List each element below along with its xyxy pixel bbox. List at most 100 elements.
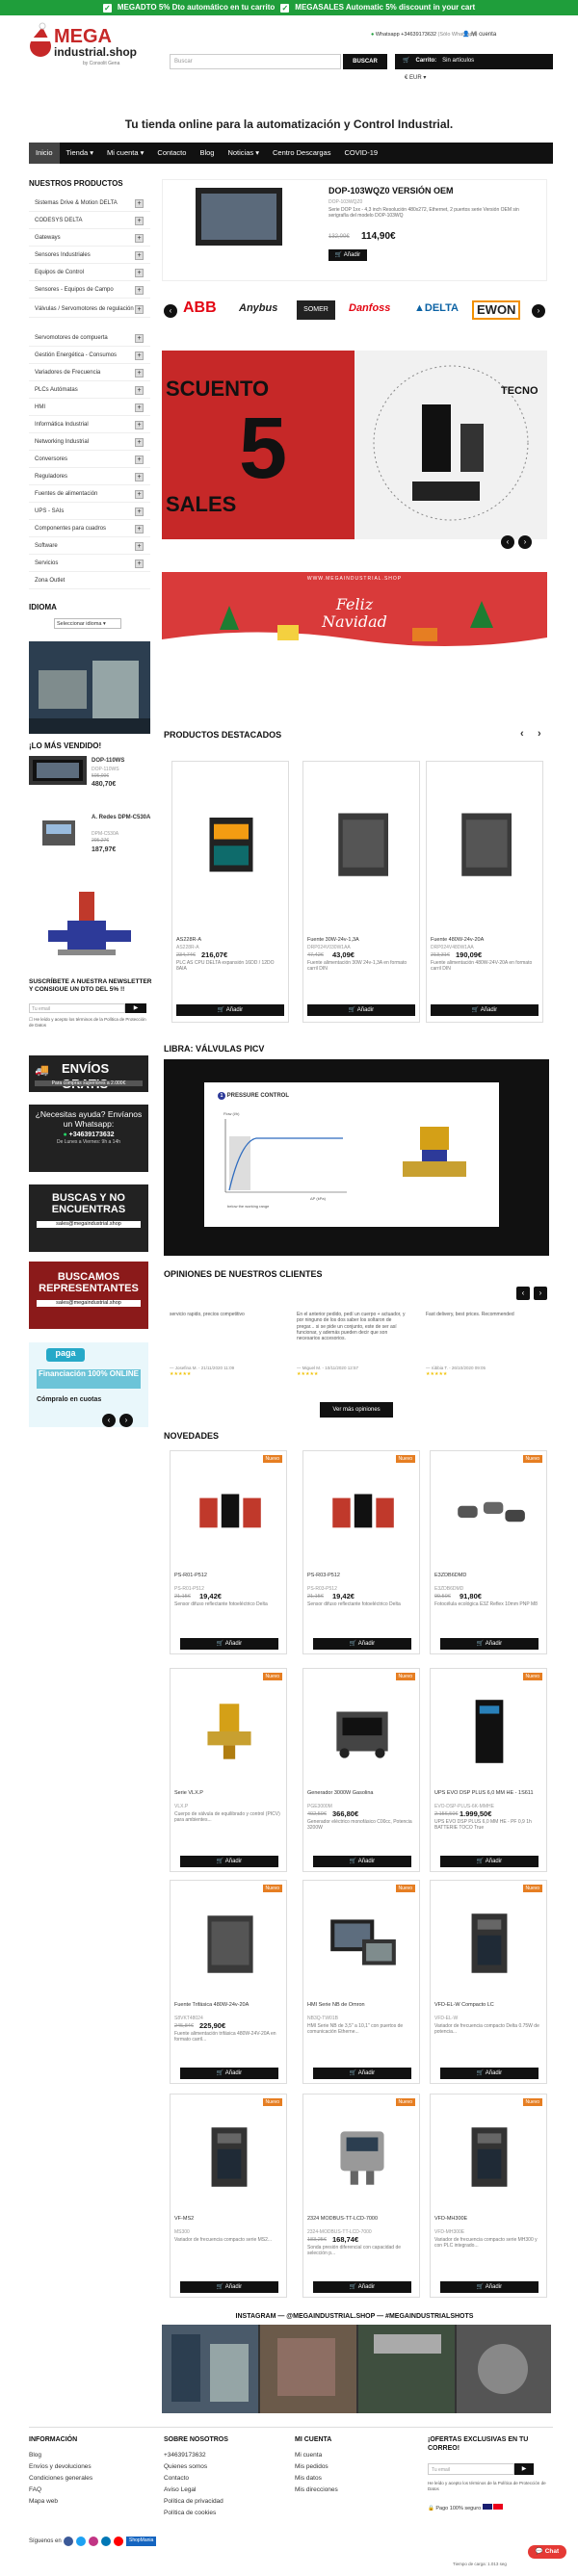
prev-arrow-icon[interactable]: ‹ (516, 1287, 530, 1300)
add-to-cart-button[interactable]: 🛒 Añadir (440, 1638, 539, 1650)
category-item[interactable]: Gestión Energética - Consumos (35, 352, 168, 360)
category-item[interactable]: Servomotores de compuerta (35, 335, 168, 343)
brand-delta[interactable]: ▲DELTA (414, 302, 459, 316)
shopmania-badge[interactable]: ShopMania (126, 2537, 157, 2546)
best-seller-name[interactable]: A. Redes DPM-C530A (92, 815, 150, 822)
product-name[interactable]: VFD-EL-W Compacto LC (434, 2002, 544, 2016)
expand-plus-icon[interactable]: + (135, 386, 144, 395)
youtube-icon[interactable] (114, 2537, 123, 2546)
product-image[interactable] (190, 1694, 269, 1769)
footer-link[interactable]: Aviso Legal (164, 2486, 197, 2494)
product-name[interactable]: PS-R01-P512 (174, 1573, 284, 1586)
sidebar-banner-valve[interactable] (29, 882, 150, 975)
expand-plus-icon[interactable]: + (135, 438, 144, 447)
product-name[interactable]: VFD-MH300E (434, 2216, 544, 2229)
product-name[interactable]: Fuente Trifásica 480W-24v-20A (174, 2002, 284, 2016)
brand-danfoss[interactable]: Danfoss (349, 302, 390, 316)
newsletter-submit-icon[interactable]: ▶ (125, 1003, 146, 1013)
footer-link[interactable]: Condiciones generales (29, 2475, 92, 2483)
expand-plus-icon[interactable]: + (135, 421, 144, 429)
nav-inicio[interactable]: Inicio (29, 143, 60, 164)
expand-plus-icon[interactable]: + (135, 369, 144, 377)
featured-add-button[interactable]: 🛒 Añadir (328, 249, 367, 261)
category-item[interactable]: HMI (35, 404, 168, 412)
product-image[interactable] (323, 1906, 402, 1981)
footer-link[interactable]: Envíos y devoluciones (29, 2463, 92, 2471)
category-item[interactable]: Sensores - Equipos de Campo (35, 287, 168, 295)
category-item[interactable]: Zona Outlet (35, 578, 168, 585)
product-name[interactable]: PS-R03-P512 (307, 1573, 417, 1586)
product-image[interactable] (450, 2120, 529, 2195)
next-arrow-icon[interactable]: › (119, 1414, 133, 1427)
category-item[interactable]: Sistemas Drive & Motion DELTA (35, 200, 168, 208)
product-image[interactable] (319, 800, 406, 887)
expand-plus-icon[interactable]: + (135, 351, 144, 360)
category-item[interactable]: PLCs Autómatas (35, 387, 168, 395)
footer-link[interactable]: +34639173632 (164, 2452, 206, 2459)
search-request-banner[interactable]: BUSCAS Y NO ENCUENTRAS sales@megaindustr… (29, 1184, 148, 1252)
product-name[interactable]: AS228R-A (176, 937, 286, 944)
add-to-cart-button[interactable]: 🛒 Añadir (440, 2068, 539, 2079)
newsletter-email[interactable]: Tu email (29, 1003, 125, 1013)
category-item[interactable]: Informática Industrial (35, 422, 168, 429)
footer-link[interactable]: Quienes somos (164, 2463, 207, 2471)
add-to-cart-button[interactable]: 🛒 Añadir (313, 1638, 411, 1650)
prev-arrow-icon[interactable]: ‹ (520, 728, 524, 742)
expand-plus-icon[interactable]: + (135, 403, 144, 412)
footer-link[interactable]: Blog (29, 2452, 41, 2459)
footer-newsletter-terms[interactable]: He leído y acepto los términos de la Pol… (428, 2481, 547, 2491)
product-thumb[interactable] (29, 756, 87, 785)
next-arrow-icon[interactable]: › (532, 304, 545, 318)
newsletter-terms[interactable]: ☐ He leído y acepto los términos de la P… (29, 1017, 148, 1028)
product-name[interactable]: Serie VLX.P (174, 1790, 284, 1804)
instagram-gallery[interactable] (162, 2325, 551, 2413)
product-image[interactable] (188, 800, 275, 887)
nav-contacto[interactable]: Contacto (150, 143, 193, 164)
financing-banner[interactable]: paga Financiación 100% ONLINE Cómpralo e… (29, 1342, 148, 1427)
footer-link[interactable]: Mis datos (295, 2475, 322, 2483)
category-item[interactable]: Conversores (35, 456, 168, 464)
brand-abb[interactable]: ABB (183, 299, 217, 318)
featured-title[interactable]: DOP-103WQZ0 VERSIÓN OEM (328, 186, 454, 196)
product-name[interactable]: Generador 3000W Gasolina (307, 1790, 417, 1804)
account-link[interactable]: 👤 Mi cuenta (462, 32, 496, 39)
cart-button[interactable]: 🛒 Carrito: Sin artículos (395, 54, 553, 69)
category-item[interactable]: Fuentes de alimentación (35, 491, 168, 499)
nav-descargas[interactable]: Centro Descargas (266, 143, 337, 164)
product-name[interactable]: Fuente 30W-24v-1,3A (307, 937, 417, 944)
category-item[interactable]: UPS - SAIs (35, 508, 168, 516)
expand-plus-icon[interactable]: + (135, 473, 144, 481)
add-to-cart-button[interactable]: 🛒 Añadir (180, 1638, 278, 1650)
brand-somer[interactable]: SOMER (297, 300, 335, 320)
nav-noticias[interactable]: Noticias ▾ (221, 143, 266, 164)
chat-button[interactable]: 💬 Chat (528, 2545, 566, 2559)
whatsapp-contact[interactable]: ● Whatsapp +34639173632 (Sólo Whatsapp) (371, 32, 478, 39)
sidebar-banner-machine[interactable] (29, 641, 150, 734)
product-image[interactable] (323, 1476, 402, 1551)
expand-plus-icon[interactable]: + (135, 305, 144, 314)
add-to-cart-button[interactable]: 🛒 Añadir (313, 2068, 411, 2079)
product-name[interactable]: E3ZDB6DMD (434, 1573, 544, 1586)
category-item[interactable]: Componentes para cuadros (35, 526, 168, 533)
expand-plus-icon[interactable]: + (135, 286, 144, 295)
footer-link[interactable]: Política de privacidad (164, 2498, 223, 2506)
product-name[interactable]: Fuente 480W-24v-20A (431, 937, 540, 944)
expand-plus-icon[interactable]: + (135, 251, 144, 260)
brand-ewon[interactable]: EWON (472, 300, 521, 321)
site-logo[interactable]: MEGA industrial.shop by Consolit Gena (29, 21, 164, 66)
search-button[interactable]: BUSCAR (343, 54, 387, 69)
category-item[interactable]: Software (35, 543, 168, 551)
language-select[interactable]: Seleccionar idioma ▾ (54, 618, 121, 629)
product-image[interactable] (450, 1906, 529, 1981)
footer-link[interactable]: FAQ (29, 2486, 41, 2494)
product-name[interactable]: UPS EVO DSP PLUS 6,0 MM HE - 1S611 (434, 1790, 544, 1804)
expand-plus-icon[interactable]: + (135, 217, 144, 225)
linkedin-icon[interactable] (101, 2537, 111, 2546)
product-image[interactable] (450, 1476, 529, 1551)
expand-plus-icon[interactable]: + (135, 455, 144, 464)
product-image[interactable] (190, 2120, 269, 2195)
christmas-banner[interactable]: WWW.MEGAINDUSTRIAL.SHOP Feliz Navidad (162, 572, 547, 664)
representatives-banner[interactable]: BUSCAMOS REPRESENTANTES sales@megaindust… (29, 1262, 148, 1329)
add-to-cart-button[interactable]: 🛒 Añadir (431, 1004, 539, 1016)
category-item[interactable]: Networking Industrial (35, 439, 168, 447)
